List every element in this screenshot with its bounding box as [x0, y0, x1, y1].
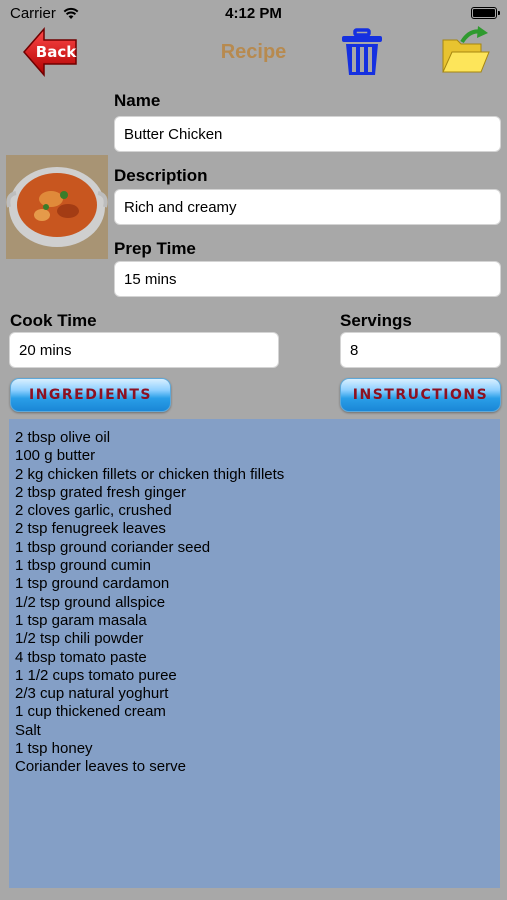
ingredient-line: 2 tsp fenugreek leaves	[15, 520, 166, 538]
ingredients-tab-button[interactable]: INGREDIENTS	[10, 378, 171, 412]
ingredient-line: 1 1/2 cups tomato puree	[15, 666, 177, 684]
ingredient-line: 1 cup thickened cream	[15, 703, 166, 721]
cook-time-field[interactable]: 20 mins	[9, 332, 279, 368]
page-title: Recipe	[220, 41, 287, 63]
prep-time-value: 15 mins	[124, 270, 177, 288]
servings-value: 8	[350, 341, 359, 359]
ingredient-line: 1 tbsp ground coriander seed	[15, 538, 211, 556]
recipe-photo	[6, 155, 108, 259]
ingredient-line: 2 kg chicken fillets or chicken thigh fi…	[15, 465, 285, 483]
ingredient-line: 100 g butter	[15, 447, 96, 465]
delete-button[interactable]	[340, 28, 384, 78]
ingredient-line: 1 tsp garam masala	[15, 611, 147, 629]
prep-time-label: Prep Time	[114, 239, 196, 258]
ingredient-line: 1 tbsp ground cumin	[15, 557, 151, 575]
ingredient-line: 1 tsp honey	[15, 740, 93, 758]
prep-time-field[interactable]: 15 mins	[114, 261, 501, 297]
ingredient-line: 2 tbsp olive oil	[15, 429, 111, 446]
description-field[interactable]: Rich and creamy	[114, 189, 501, 225]
ingredients-tab-label: INGREDIENTS	[28, 387, 152, 403]
ingredient-line: Salt	[15, 721, 41, 739]
servings-field[interactable]: 8	[340, 332, 501, 368]
cook-time-value: 20 mins	[19, 341, 72, 359]
name-value: Butter Chicken	[124, 125, 223, 143]
cook-time-label: Cook Time	[10, 311, 97, 330]
ingredient-line: 2/3 cup natural yoghurt	[15, 685, 169, 703]
description-label: Description	[114, 166, 208, 185]
open-folder-button[interactable]	[440, 26, 492, 76]
ingredients-text-area[interactable]: 2 tbsp olive oil 100 g butter 2 kg chick…	[9, 419, 500, 888]
ingredient-line: 2 tbsp grated fresh ginger	[15, 483, 186, 501]
ingredient-line: 2 cloves garlic, crushed	[15, 502, 172, 520]
instructions-tab-label: INSTRUCTIONS	[352, 387, 489, 403]
ingredient-line: 4 tbsp tomato paste	[15, 648, 147, 666]
instructions-tab-button[interactable]: INSTRUCTIONS	[340, 378, 501, 412]
trash-icon	[342, 28, 382, 75]
ingredient-line: 1/2 tsp ground allspice	[15, 593, 166, 611]
name-label: Name	[114, 91, 161, 110]
battery-icon	[471, 7, 500, 19]
folder-open-icon	[442, 26, 490, 73]
status-bar: Carrier 4:12 PM	[0, 0, 507, 28]
ingredient-line: Coriander leaves to serve	[15, 758, 186, 776]
ingredient-line: 1/2 tsp chili powder	[15, 630, 144, 648]
servings-label: Servings	[340, 311, 412, 330]
name-field[interactable]: Butter Chicken	[114, 116, 501, 152]
status-time: 4:12 PM	[225, 5, 282, 22]
ingredient-line: 1 tsp ground cardamon	[15, 575, 170, 593]
description-value: Rich and creamy	[124, 198, 237, 216]
